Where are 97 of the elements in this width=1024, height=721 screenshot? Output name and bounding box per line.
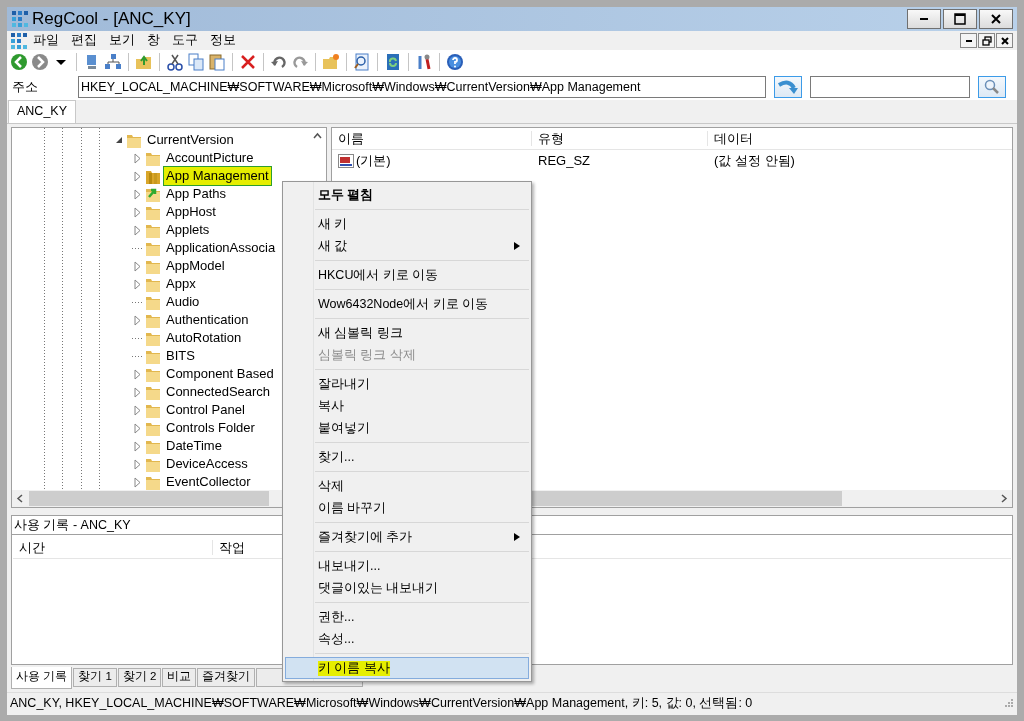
tree-item[interactable]: Component Based	[163, 364, 277, 384]
menu-item[interactable]: 찾기...	[285, 446, 529, 468]
tree-item[interactable]: Control Panel	[163, 400, 248, 420]
menu-item[interactable]: 이름 바꾸기	[285, 497, 529, 519]
menu-item[interactable]: 보기	[103, 33, 141, 48]
menu-item[interactable]: 새 키	[285, 213, 529, 235]
menu-item[interactable]: Wow6432Node에서 키로 이동	[285, 293, 529, 315]
menu-item[interactable]: 권한...	[285, 606, 529, 628]
help-icon[interactable]	[446, 53, 464, 71]
close-button[interactable]	[979, 9, 1013, 29]
close-icon	[999, 35, 1010, 46]
minimize-icon	[920, 18, 928, 20]
menu-item[interactable]: 도구	[166, 33, 204, 48]
tree-item[interactable]: Appx	[163, 274, 199, 294]
window-title: RegCool - [ANC_KY]	[32, 8, 191, 30]
bottom-tab[interactable]: 사용 기록	[11, 667, 73, 689]
tree-item[interactable]: DeviceAccess	[163, 454, 251, 474]
minimize-button[interactable]	[960, 33, 977, 48]
tree-item[interactable]: ConnectedSearch	[163, 382, 274, 402]
maximize-button[interactable]	[943, 9, 977, 29]
tree-item[interactable]: Audio	[163, 292, 203, 312]
menu-item[interactable]: 댓글이있는 내보내기	[285, 577, 529, 599]
menu-item[interactable]: HKCU에서 키로 이동	[285, 264, 529, 286]
menu-item[interactable]: 붙여넣기	[285, 417, 529, 439]
menu-item[interactable]: 키 이름 복사	[285, 657, 529, 679]
value-type: REG_SZ	[537, 153, 591, 169]
submenu-arrow-icon	[514, 242, 520, 250]
tree-item[interactable]: DateTime	[163, 436, 225, 456]
tree-item[interactable]: CurrentVersion	[144, 130, 237, 150]
close-icon	[990, 13, 1002, 25]
paste-icon[interactable]	[208, 53, 226, 71]
redo-icon[interactable]	[291, 53, 309, 71]
menu-item[interactable]: 삭제	[285, 475, 529, 497]
tree-item[interactable]: AppHost	[163, 202, 219, 222]
value-data: (값 설정 안됨)	[713, 153, 796, 169]
document-tab[interactable]: ANC_KY	[8, 100, 77, 123]
restore-icon	[981, 35, 992, 46]
menu-item[interactable]: 내보내기...	[285, 555, 529, 577]
app-logo-icon	[11, 32, 27, 49]
bottom-tab[interactable]: 비교	[162, 668, 197, 687]
column-header[interactable]: 유형	[532, 130, 708, 147]
submenu-arrow-icon	[514, 533, 520, 541]
address-label: 주소	[12, 79, 38, 95]
app-logo-icon	[12, 11, 28, 27]
menu-item[interactable]: 정보	[204, 33, 242, 48]
scrollbar-thumb[interactable]	[532, 491, 842, 506]
search-field[interactable]	[810, 76, 970, 98]
tree-item[interactable]: Authentication	[163, 310, 252, 330]
menu-item[interactable]: 잘라내기	[285, 373, 529, 395]
tree-item[interactable]: ApplicationAssocia	[163, 238, 279, 258]
restore-button[interactable]	[978, 33, 995, 48]
column-header[interactable]: 이름	[332, 130, 532, 147]
resize-grip-icon	[1004, 698, 1014, 708]
go-button[interactable]	[774, 76, 802, 98]
column-header[interactable]: 시간	[13, 539, 213, 556]
tree-item[interactable]: BITS	[163, 346, 198, 366]
undo-icon[interactable]	[270, 53, 288, 71]
tree-item[interactable]: App Paths	[163, 184, 229, 204]
menu-item[interactable]: 새 값	[285, 235, 529, 257]
new-folder-icon[interactable]	[322, 53, 340, 71]
tree-item[interactable]: AccountPicture	[163, 148, 257, 168]
close-button[interactable]	[996, 33, 1013, 48]
tree-item[interactable]: AppModel	[163, 256, 228, 276]
menu-item[interactable]: 복사	[285, 395, 529, 417]
back-icon[interactable]	[10, 53, 28, 71]
minimize-button[interactable]	[907, 9, 941, 29]
menu-item[interactable]: 속성...	[285, 628, 529, 650]
network-icon[interactable]	[104, 53, 122, 71]
menu-item[interactable]: 모두 펼침	[285, 184, 529, 206]
tree-item[interactable]: AutoRotation	[163, 328, 245, 348]
bottom-tab[interactable]: 찾기 1	[73, 668, 117, 687]
delete-icon[interactable]	[239, 53, 257, 71]
refresh-icon[interactable]	[384, 53, 402, 71]
menu-item[interactable]: 편집	[65, 33, 103, 48]
column-header[interactable]: 데이터	[708, 130, 759, 147]
tree-item[interactable]: Applets	[163, 220, 213, 240]
bottom-tab[interactable]: 즐겨찾기	[197, 668, 256, 687]
tree-item[interactable]: EventCollector	[163, 472, 254, 492]
value-name: (기본)	[355, 153, 392, 169]
menu-item[interactable]: 창	[141, 33, 166, 48]
search-button[interactable]	[978, 76, 1006, 98]
minimize-icon	[965, 39, 972, 42]
tree-item[interactable]: App Management	[163, 166, 272, 186]
folder-up-icon[interactable]	[135, 53, 153, 71]
string-value-icon	[338, 154, 354, 168]
maximize-icon	[954, 13, 966, 25]
cut-icon[interactable]	[166, 53, 184, 71]
bottom-tab[interactable]: 찾기 2	[117, 668, 162, 687]
search-icon	[983, 79, 1001, 95]
scrollbar-thumb[interactable]	[29, 491, 269, 506]
search-icon[interactable]	[353, 53, 371, 71]
tree-item[interactable]: Controls Folder	[163, 418, 258, 438]
menu-item[interactable]: 새 심볼릭 링크	[285, 322, 529, 344]
status-text: ANC_KY, HKEY_LOCAL_MACHINE₩SOFTWARE₩Microsoft₩Windows₩CurrentVersion₩App Management, 키: 5, 값: 0, 선택됨: 0	[10, 695, 753, 711]
address-field[interactable]: HKEY_LOCAL_MACHINE₩SOFTWARE₩Microsoft₩Windows₩CurrentVersion₩App Management	[78, 76, 766, 98]
menu-item[interactable]: 파일	[27, 33, 65, 48]
curved-arrow-icon	[777, 79, 799, 95]
